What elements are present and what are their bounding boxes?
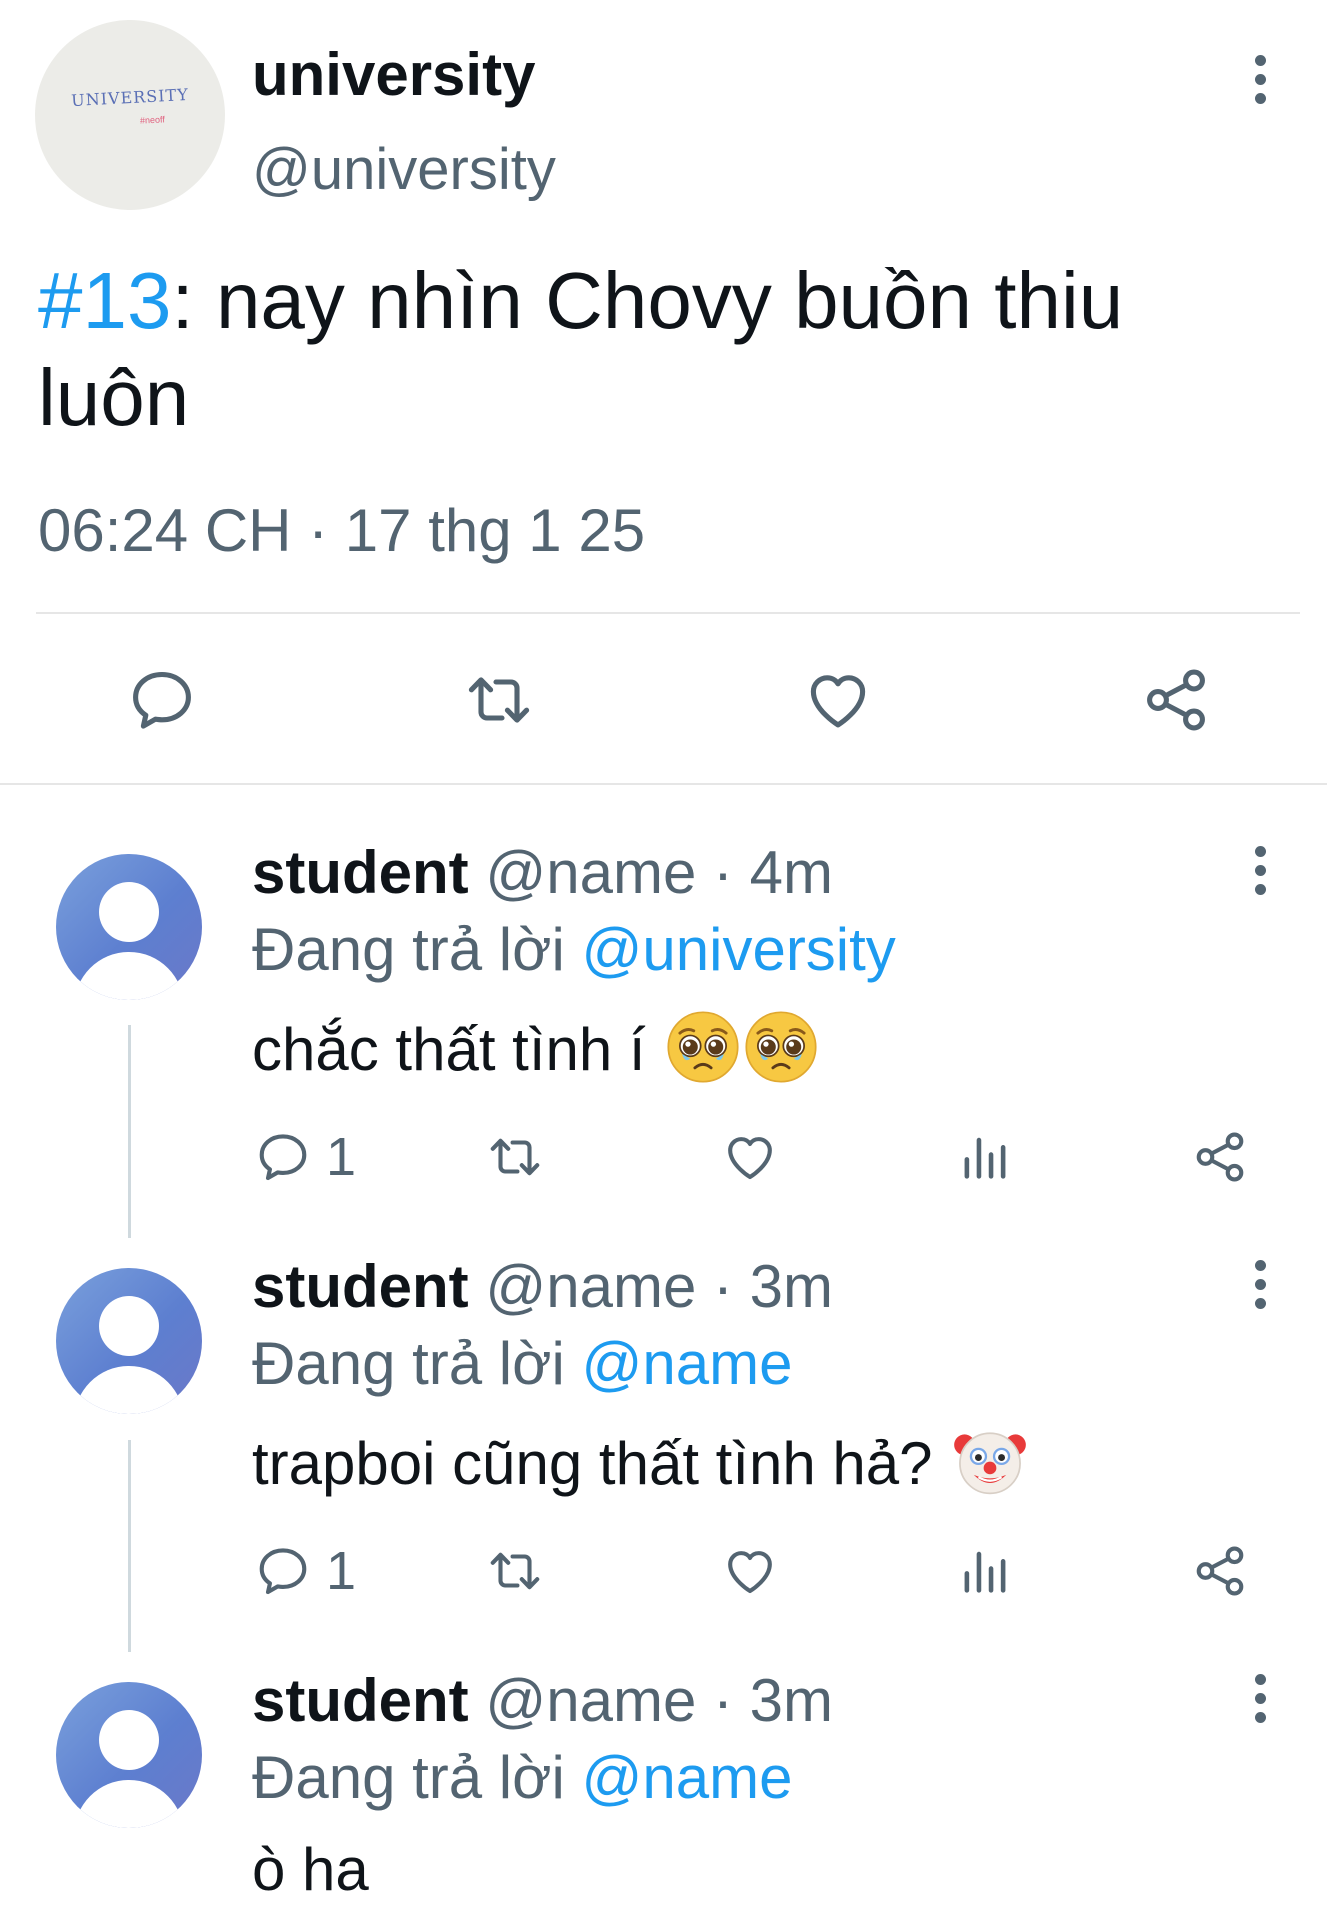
replying-prefix: Đang trả lời <box>252 1744 565 1811</box>
clown-face-emoji <box>953 1424 1027 1498</box>
reply-avatar[interactable] <box>56 854 202 1000</box>
separator-dot: · <box>713 839 733 906</box>
reply-body: chắc thất tình í <box>252 1016 646 1083</box>
avatar-logo-text: UNIVERSITY <box>70 84 190 111</box>
thread-line <box>128 1025 131 1238</box>
author-name[interactable]: university <box>252 42 535 108</box>
reply-time[interactable]: 3m <box>750 1253 833 1320</box>
reply-time[interactable]: 4m <box>750 839 833 906</box>
share-icon[interactable] <box>1140 664 1212 736</box>
share-icon[interactable] <box>1191 1542 1249 1600</box>
reply-header: student @name · 3m <box>252 1666 833 1736</box>
views-icon[interactable] <box>956 1128 1014 1186</box>
tweet-text: #13: nay nhìn Chovy buồn thiu luôn <box>38 252 1288 446</box>
share-icon[interactable] <box>1191 1128 1249 1186</box>
reply-body: ò ha <box>252 1836 369 1903</box>
mention-link[interactable]: @name <box>581 1744 792 1811</box>
mention-link[interactable]: @university <box>581 916 895 983</box>
thread-line <box>128 1440 131 1652</box>
reply-time[interactable]: 3m <box>750 1667 833 1734</box>
reply-header: student @name · 3m <box>252 1252 833 1322</box>
reply-avatar[interactable] <box>56 1682 202 1828</box>
reply-author-name[interactable]: student <box>252 839 469 906</box>
like-icon[interactable] <box>802 664 874 736</box>
reply-author-name[interactable]: student <box>252 1253 469 1320</box>
like-icon[interactable] <box>721 1128 779 1186</box>
reply-text: ò ha <box>252 1834 369 1906</box>
reply-icon[interactable] <box>254 1128 312 1186</box>
pleading-face-emoji <box>744 1010 818 1084</box>
more-icon[interactable] <box>1250 55 1270 115</box>
reply-author-name[interactable]: student <box>252 1667 469 1734</box>
reply-author-handle[interactable]: @name <box>485 1253 696 1320</box>
mention-link[interactable]: @name <box>581 1330 792 1397</box>
pleading-face-emoji <box>666 1010 740 1084</box>
reply-icon[interactable] <box>254 1542 312 1600</box>
separator-dot: · <box>713 1253 733 1320</box>
tweet-timestamp[interactable]: 06:24 CH · 17 thg 1 25 <box>38 495 645 567</box>
views-icon[interactable] <box>956 1542 1014 1600</box>
reply-count: 1 <box>326 1541 357 1601</box>
replying-prefix: Đang trả lời <box>252 1330 565 1397</box>
more-icon[interactable] <box>1250 1260 1270 1320</box>
reply-header: student @name · 4m <box>252 838 833 908</box>
like-icon[interactable] <box>721 1542 779 1600</box>
divider <box>36 612 1300 614</box>
separator-dot: · <box>713 1667 733 1734</box>
replying-to: Đang trả lời @university <box>252 915 896 985</box>
retweet-icon[interactable] <box>486 1128 544 1186</box>
more-icon[interactable] <box>1250 846 1270 906</box>
avatar-logo-sub: #neoff <box>139 114 166 126</box>
divider <box>0 783 1327 785</box>
more-icon[interactable] <box>1250 1674 1270 1734</box>
reply-avatar[interactable] <box>56 1268 202 1414</box>
author-handle[interactable]: @university <box>252 138 556 202</box>
replying-to: Đang trả lời @name <box>252 1329 792 1399</box>
reply-author-handle[interactable]: @name <box>485 1667 696 1734</box>
hashtag-link[interactable]: #13 <box>38 256 171 345</box>
tweet-body: : nay nhìn Chovy buồn thiu luôn <box>38 256 1124 442</box>
retweet-icon[interactable] <box>486 1542 544 1600</box>
reply-body: trapboi cũng thất tình hả? <box>252 1430 933 1497</box>
replying-to: Đang trả lời @name <box>252 1743 792 1813</box>
author-avatar[interactable]: UNIVERSITY #neoff <box>35 20 225 210</box>
reply-author-handle[interactable]: @name <box>485 839 696 906</box>
reply-text: trapboi cũng thất tình hả? <box>252 1424 1027 1500</box>
replying-prefix: Đang trả lời <box>252 916 565 983</box>
reply-count: 1 <box>326 1127 357 1187</box>
reply-text: chắc thất tình í <box>252 1010 818 1086</box>
retweet-icon[interactable] <box>463 664 535 736</box>
reply-icon[interactable] <box>126 664 198 736</box>
